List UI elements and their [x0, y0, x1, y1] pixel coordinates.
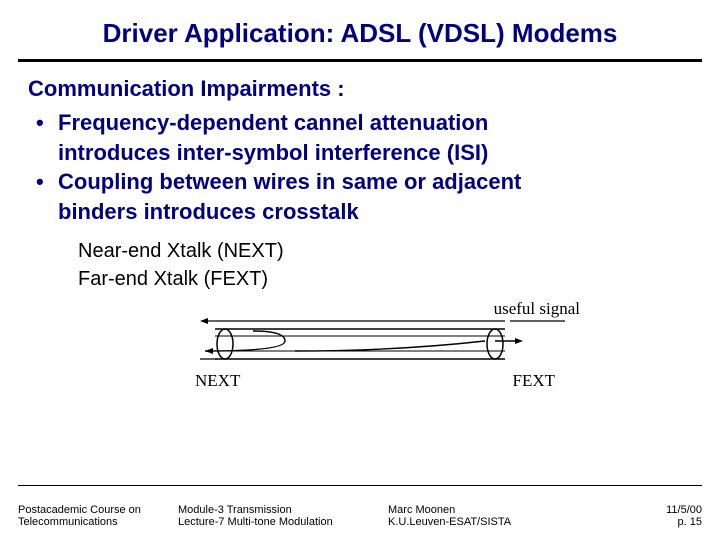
xtalk-block: Near-end Xtalk (NEXT) Far-end Xtalk (FEX…	[28, 227, 692, 293]
slide-title: Driver Application: ADSL (VDSL) Modems	[0, 0, 720, 59]
footer-course-line1: Postacademic Course on	[18, 504, 178, 516]
bullet-line: binders introduces crosstalk	[58, 197, 692, 227]
footer-author-name: Marc Moonen	[388, 504, 588, 516]
footer-module-line: Module-3 Transmission	[178, 504, 388, 516]
footer-lecture-line: Lecture-7 Multi-tone Modulation	[178, 516, 388, 528]
title-rule	[18, 59, 702, 62]
fext-label: FEXT	[513, 371, 556, 391]
footer-author-affil: K.U.Leuven-ESAT/SISTA	[388, 516, 588, 528]
bullet-line: Coupling between wires in same or adjace…	[58, 169, 521, 194]
next-label: NEXT	[195, 371, 240, 391]
bullet-item: Frequency-dependent cannel attenuation i…	[36, 108, 692, 167]
footer-course-line2: Telecommunications	[18, 516, 178, 528]
footer: Postacademic Course on Telecommunication…	[0, 504, 720, 528]
content-area: Communication Impairments : Frequency-de…	[0, 76, 720, 401]
bullet-line: Frequency-dependent cannel attenuation	[58, 110, 488, 135]
bullet-item: Coupling between wires in same or adjace…	[36, 167, 692, 226]
footer-page: p. 15	[588, 516, 702, 528]
footer-rule	[18, 485, 702, 486]
xtalk-far: Far-end Xtalk (FEXT)	[78, 265, 692, 293]
footer-course: Postacademic Course on Telecommunication…	[18, 504, 178, 528]
cable-diagram: useful signal	[145, 301, 575, 401]
bullet-line: introduces inter-symbol interference (IS…	[58, 138, 692, 168]
footer-module: Module-3 Transmission Lecture-7 Multi-to…	[178, 504, 388, 528]
useful-signal-label: useful signal	[494, 299, 580, 319]
section-heading: Communication Impairments :	[28, 76, 692, 102]
footer-author: Marc Moonen K.U.Leuven-ESAT/SISTA	[388, 504, 588, 528]
xtalk-near: Near-end Xtalk (NEXT)	[78, 237, 692, 265]
bullet-list: Frequency-dependent cannel attenuation i…	[28, 108, 692, 227]
footer-meta: 11/5/00 p. 15	[588, 504, 702, 528]
footer-date: 11/5/00	[588, 504, 702, 516]
